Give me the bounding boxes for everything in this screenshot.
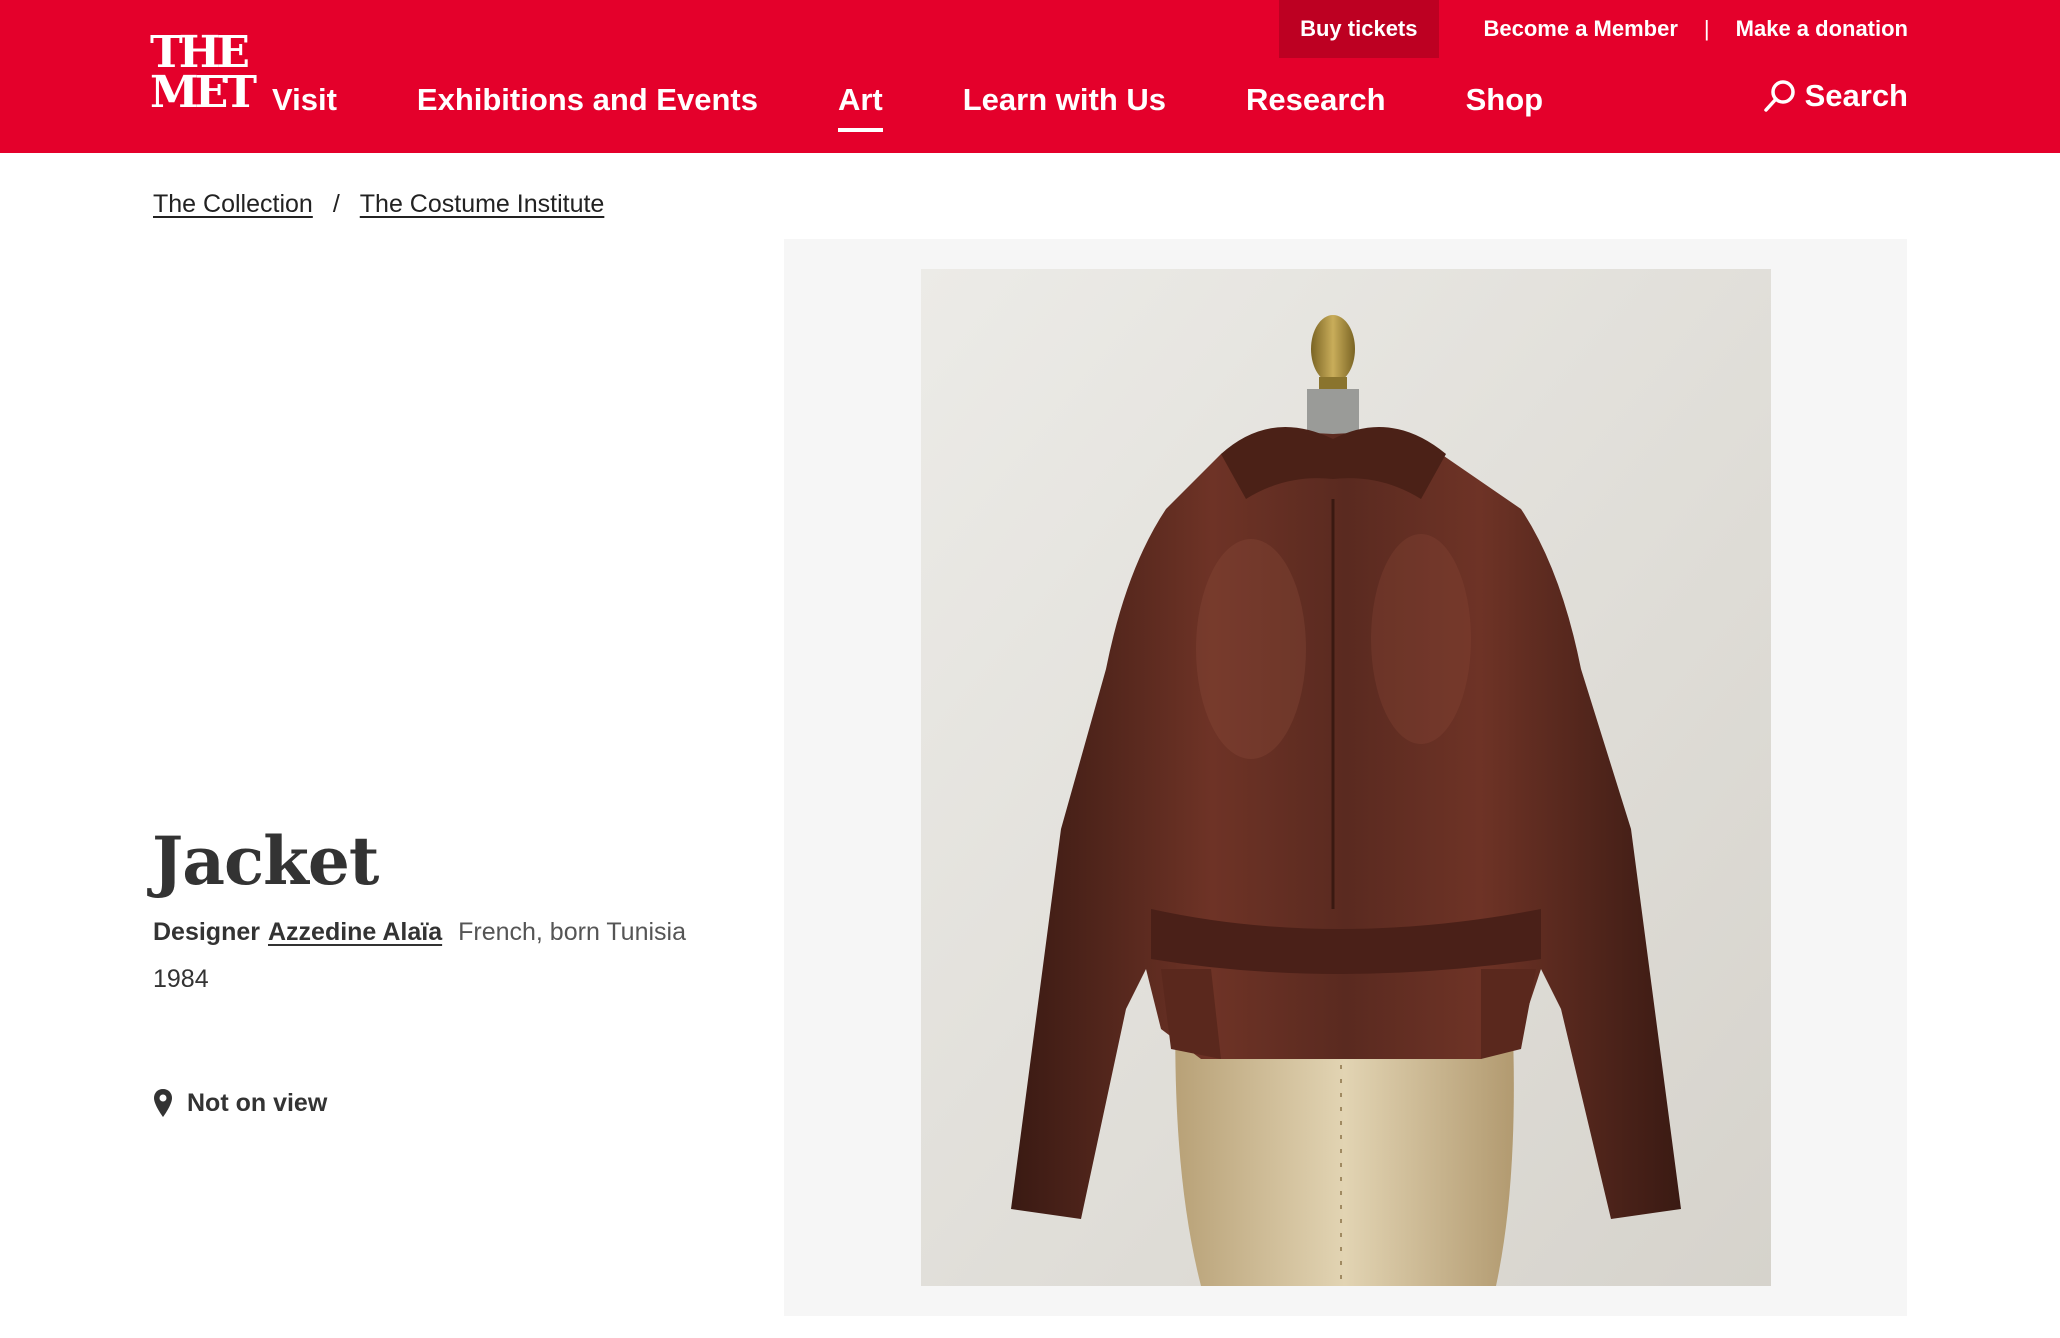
gallery-status: Not on view [153,1088,327,1118]
nav-item-research[interactable]: Research [1246,82,1386,118]
designer-line: Designer Azzedine Alaïa French, born Tun… [153,918,686,947]
utility-separator: | [1703,16,1710,41]
main-nav: Visit Exhibitions and Events Art Learn w… [272,76,1623,132]
jacket-photo [921,269,1771,1286]
nav-item-visit[interactable]: Visit [272,82,337,118]
gallery-status-text: Not on view [187,1088,328,1117]
object-date: 1984 [153,965,209,993]
nav-item-art[interactable]: Art [837,82,883,132]
designer-name-link[interactable]: Azzedine Alaïa [268,918,442,947]
nav-item-shop[interactable]: Shop [1466,82,1544,118]
buy-tickets-button[interactable]: Buy tickets [1279,0,1439,58]
search-icon [1763,80,1795,112]
utility-nav: Buy tickets Become a Member | Make a don… [1279,0,1908,58]
nav-item-learn[interactable]: Learn with Us [963,82,1166,118]
image-panel [784,239,1907,1316]
site-header: THE MET Buy tickets Become a Member | Ma… [0,0,2060,153]
designer-nationality: French, born Tunisia [458,918,687,946]
met-logo[interactable]: THE MET [150,31,257,118]
breadcrumb: The Collection / The Costume Institute [153,190,604,219]
breadcrumb-separator: / [332,190,340,218]
nav-item-exhibitions[interactable]: Exhibitions and Events [417,82,758,118]
search-button[interactable]: Search [1763,78,1908,114]
become-member-link[interactable]: Become a Member [1484,16,1678,42]
make-donation-link[interactable]: Make a donation [1736,16,1908,42]
location-pin-icon [154,1089,172,1117]
search-label: Search [1804,78,1908,113]
object-title: Jacket [152,822,379,900]
logo-line-2: MET [150,67,257,118]
designer-role: Designer [153,918,260,946]
breadcrumb-costume-institute[interactable]: The Costume Institute [360,190,605,219]
breadcrumb-collection[interactable]: The Collection [153,190,313,219]
object-image[interactable] [921,269,1771,1286]
